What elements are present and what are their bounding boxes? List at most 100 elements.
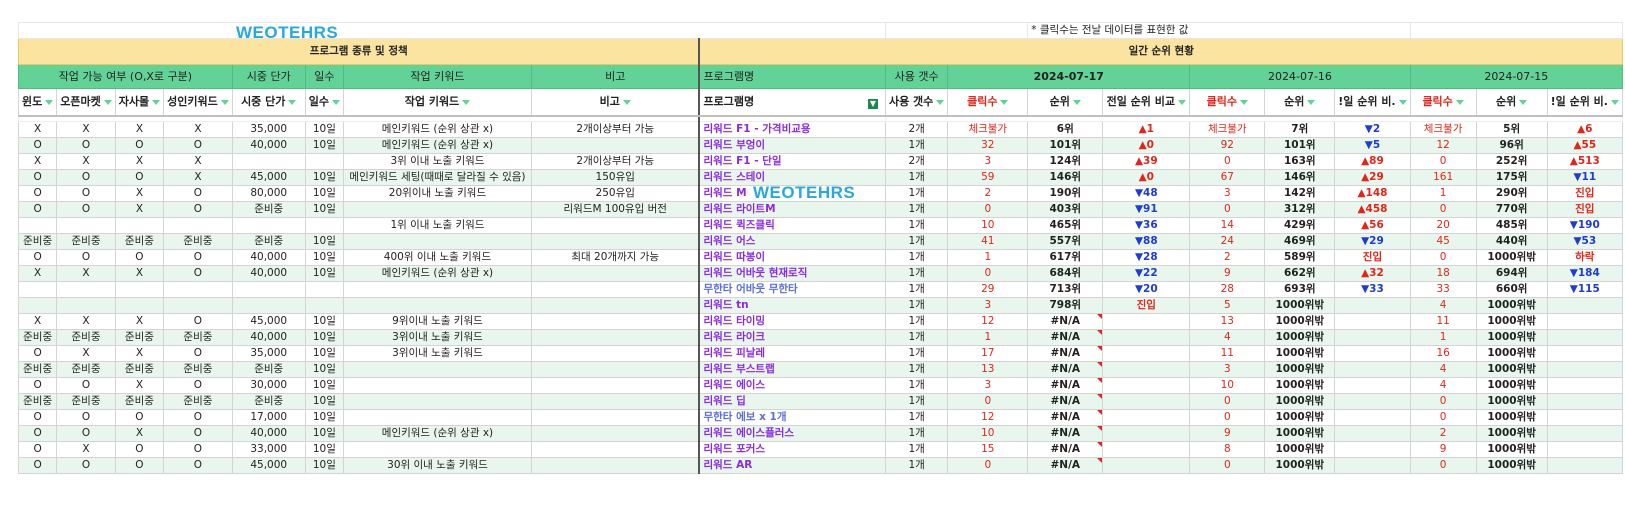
cell-clicks[interactable]: 2: [1189, 249, 1266, 266]
filter-dropdown-icon[interactable]: [1398, 99, 1407, 105]
cell-own-mall[interactable]: O: [114, 169, 165, 186]
cell-compare[interactable]: [1546, 297, 1623, 314]
cell-note[interactable]: [530, 281, 700, 298]
cell-rank[interactable]: 1000위밖: [1264, 377, 1336, 394]
cell-days[interactable]: 10일: [304, 345, 344, 362]
cell-note[interactable]: [530, 313, 700, 330]
filter-dropdown-icon[interactable]: [1239, 99, 1248, 105]
cell-clicks[interactable]: 0: [1409, 393, 1477, 410]
filter-header-window[interactable]: 윈도: [17, 88, 58, 117]
table-row[interactable]: O O X O 40,000 10일 메인키워드 (순위 상관 x) 리워드 에이스플러스 1개…: [17, 425, 1623, 442]
cell-days[interactable]: 10일: [304, 457, 344, 474]
cell-adult[interactable]: O: [163, 265, 233, 282]
cell-rank[interactable]: #N/A: [1027, 361, 1104, 378]
cell-note[interactable]: [530, 393, 700, 410]
cell-price[interactable]: 45,000: [231, 457, 306, 474]
cell-compare[interactable]: ▲56: [1334, 217, 1411, 234]
cell-rank[interactable]: #N/A: [1027, 425, 1104, 442]
cell-compare[interactable]: ▲32: [1334, 265, 1411, 282]
cell-adult[interactable]: O: [163, 441, 233, 458]
cell-price[interactable]: 준비중: [231, 393, 306, 410]
cell-keyword[interactable]: 메인키워드 (순위 상관 x): [342, 425, 532, 442]
filter-header-price[interactable]: 시중 단가: [231, 88, 306, 117]
cell-price[interactable]: 45,000: [231, 313, 306, 330]
filter-dropdown-icon[interactable]: [1307, 99, 1316, 105]
cell-note[interactable]: [530, 265, 700, 282]
cell-price[interactable]: 40,000: [231, 137, 306, 154]
cell-keyword[interactable]: [342, 393, 532, 410]
filter-dropdown-icon[interactable]: [45, 99, 54, 105]
cell-program[interactable]: 리워드 따봉이: [698, 249, 886, 266]
cell-keyword[interactable]: [342, 297, 532, 314]
cell-clicks[interactable]: 10: [947, 425, 1029, 442]
cell-compare[interactable]: [1334, 457, 1411, 474]
cell-days[interactable]: 10일: [304, 169, 344, 186]
cell-note[interactable]: [530, 233, 700, 250]
cell-own-mall[interactable]: X: [114, 185, 165, 202]
cell-clicks[interactable]: 2: [1409, 425, 1477, 442]
table-row[interactable]: X X X O 40,000 10일 메인키워드 (순위 상관 x) 리워드 어바웃 현재로직…: [17, 265, 1623, 282]
cell-rank[interactable]: 694위: [1475, 265, 1548, 282]
cell-rank[interactable]: 1000위밖: [1475, 393, 1548, 410]
cell-days[interactable]: 10일: [304, 377, 344, 394]
cell-rank[interactable]: 1000위밖: [1475, 361, 1548, 378]
cell-compare[interactable]: ▼5: [1334, 137, 1411, 154]
filter-header-rank-1[interactable]: 순위: [1027, 88, 1104, 117]
cell-rank[interactable]: 1000위밖: [1264, 345, 1336, 362]
filter-dropdown-icon[interactable]: [288, 99, 297, 105]
cell-rank[interactable]: 1000위밖: [1475, 297, 1548, 314]
cell-note[interactable]: 리워드M 100유입 버전: [530, 201, 700, 218]
cell-rank[interactable]: 163위: [1264, 153, 1336, 170]
filter-header-program[interactable]: 프로그램명 ▼: [698, 88, 886, 117]
cell-note[interactable]: [530, 425, 700, 442]
cell-adult[interactable]: 준비중: [163, 233, 233, 250]
cell-compare[interactable]: ▲89: [1334, 153, 1411, 170]
cell-open-market[interactable]: X: [56, 313, 116, 330]
cell-own-mall[interactable]: X: [114, 377, 165, 394]
cell-rank[interactable]: 6위: [1027, 121, 1104, 138]
cell-adult[interactable]: O: [163, 201, 233, 218]
cell-compare[interactable]: ▲148: [1334, 185, 1411, 202]
cell-own-mall[interactable]: O: [114, 409, 165, 426]
filter-header-open-market[interactable]: 오픈마켓: [56, 88, 116, 117]
cell-compare[interactable]: [1546, 441, 1623, 458]
cell-note[interactable]: 250유입: [530, 185, 700, 202]
cell-count[interactable]: 1개: [884, 217, 949, 234]
cell-compare[interactable]: [1546, 377, 1623, 394]
cell-note[interactable]: 2개이상부터 가능: [530, 153, 700, 170]
cell-compare[interactable]: [1102, 361, 1191, 378]
cell-price[interactable]: 30,000: [231, 377, 306, 394]
cell-compare[interactable]: ▼88: [1102, 233, 1191, 250]
cell-rank[interactable]: 403위: [1027, 201, 1104, 218]
cell-count[interactable]: 1개: [884, 297, 949, 314]
cell-clicks[interactable]: 4: [1409, 297, 1477, 314]
cell-count[interactable]: 1개: [884, 313, 949, 330]
cell-open-market[interactable]: 준비중: [56, 329, 116, 346]
cell-compare[interactable]: ▲29: [1334, 169, 1411, 186]
filter-header-rank-3[interactable]: 순위: [1475, 88, 1548, 117]
cell-note[interactable]: [530, 377, 700, 394]
filter-header-compare-3[interactable]: !일 순위 비.: [1546, 88, 1623, 117]
cell-compare[interactable]: [1102, 441, 1191, 458]
cell-count[interactable]: 2개: [884, 121, 949, 138]
table-row[interactable]: X X X O 45,000 10일 9위이내 노출 키워드 리워드 타이밍 1개 12 #N/A 1…: [17, 313, 1623, 330]
cell-adult[interactable]: [163, 217, 233, 234]
filter-header-rank-2[interactable]: 순위: [1264, 88, 1336, 117]
cell-window[interactable]: X: [17, 121, 58, 138]
cell-clicks[interactable]: 5: [1189, 297, 1266, 314]
cell-own-mall[interactable]: [114, 217, 165, 234]
cell-count[interactable]: 1개: [884, 377, 949, 394]
cell-clicks[interactable]: 체크불가: [1409, 121, 1477, 138]
cell-compare[interactable]: [1102, 457, 1191, 474]
cell-days[interactable]: 10일: [304, 137, 344, 154]
filter-header-clicks-2[interactable]: 클릭수: [1189, 88, 1266, 117]
cell-rank[interactable]: 1000위밖: [1475, 441, 1548, 458]
cell-window[interactable]: [17, 217, 58, 234]
cell-rank[interactable]: 5위: [1475, 121, 1548, 138]
cell-rank[interactable]: 7위: [1264, 121, 1336, 138]
cell-compare[interactable]: ▼184: [1546, 265, 1623, 282]
cell-compare[interactable]: [1102, 377, 1191, 394]
cell-clicks[interactable]: 0: [1409, 249, 1477, 266]
cell-keyword[interactable]: 3위이내 노출 키워드: [342, 345, 532, 362]
cell-clicks[interactable]: 13: [947, 361, 1029, 378]
